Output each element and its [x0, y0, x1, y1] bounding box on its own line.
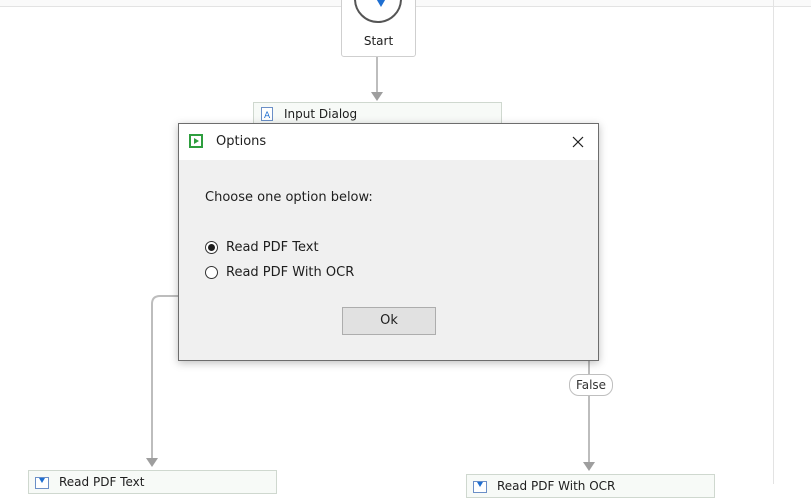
- read-pdf-text-activity[interactable]: Read PDF Text: [28, 470, 277, 494]
- start-node[interactable]: Start: [341, 0, 416, 57]
- dialog-prompt: Choose one option below:: [205, 190, 373, 205]
- arrow-head-read-pdf-ocr: [583, 462, 595, 471]
- input-dialog-label: Input Dialog: [284, 107, 358, 121]
- read-pdf-ocr-activity[interactable]: Read PDF With OCR: [466, 474, 715, 498]
- radio-read-pdf-ocr[interactable]: [205, 266, 218, 279]
- arrow-head-input: [371, 92, 383, 101]
- options-dialog: Options Choose one option below: Read PD…: [178, 123, 599, 361]
- close-icon: [572, 136, 584, 148]
- option-label: Read PDF With OCR: [226, 265, 355, 280]
- option-label: Read PDF Text: [226, 240, 319, 255]
- close-button[interactable]: [558, 124, 598, 160]
- connector-true-branch: [151, 295, 178, 458]
- option-read-pdf-text[interactable]: Read PDF Text: [205, 240, 319, 255]
- read-pdf-icon: [35, 475, 49, 489]
- dialog-title: Options: [216, 134, 267, 149]
- option-read-pdf-ocr[interactable]: Read PDF With OCR: [205, 265, 354, 280]
- start-play-icon: [354, 0, 402, 23]
- app-logo-icon: [189, 134, 203, 148]
- arrow-head-read-pdf-text: [146, 458, 158, 467]
- input-dialog-icon: A: [260, 107, 274, 121]
- start-label: Start: [363, 34, 394, 48]
- ok-button[interactable]: Ok: [342, 307, 436, 335]
- false-branch-label: False: [569, 374, 613, 396]
- svg-text:A: A: [264, 111, 271, 121]
- radio-read-pdf-text[interactable]: [205, 241, 218, 254]
- dialog-titlebar[interactable]: Options: [179, 124, 598, 160]
- read-pdf-text-label: Read PDF Text: [59, 475, 145, 489]
- read-pdf-ocr-label: Read PDF With OCR: [497, 479, 616, 493]
- read-pdf-ocr-icon: [473, 479, 487, 493]
